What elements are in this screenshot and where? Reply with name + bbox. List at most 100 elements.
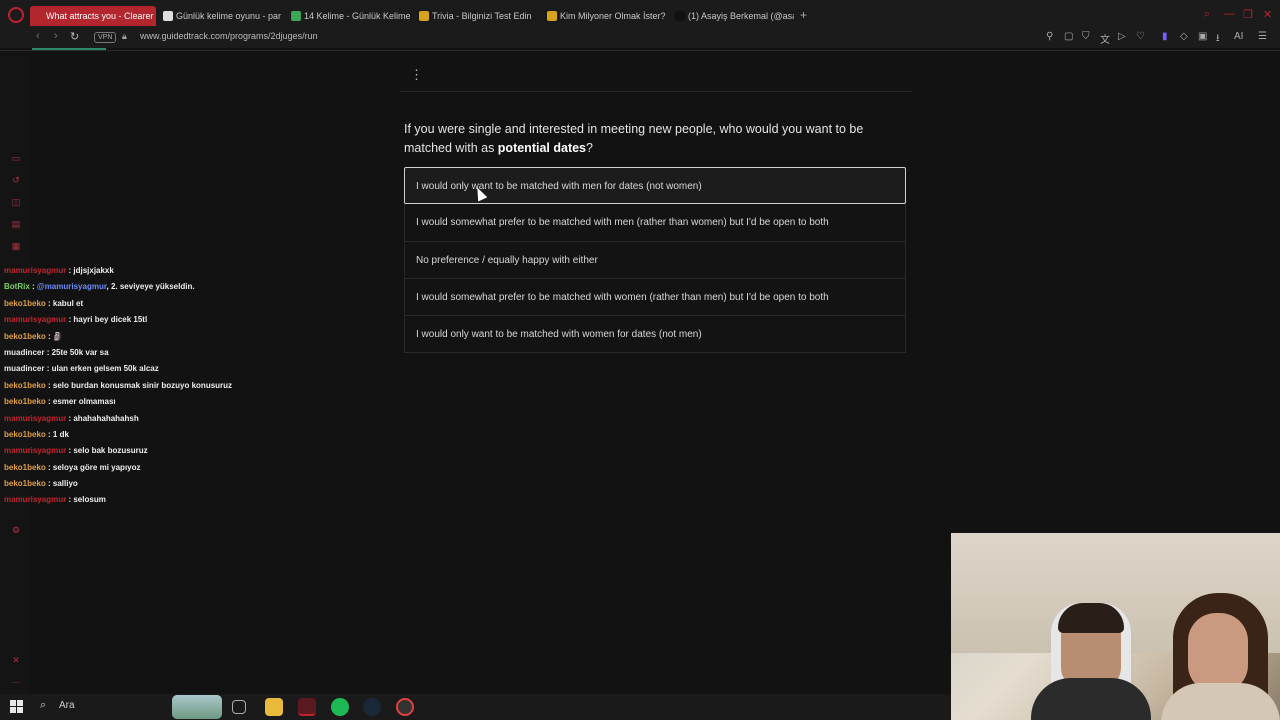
shield-icon[interactable]: ⛉: [1082, 31, 1090, 42]
tab-favicon-icon: [291, 11, 301, 21]
chat-username[interactable]: beko1beko: [4, 381, 46, 390]
chat-username[interactable]: mamurisyagmur: [4, 495, 66, 504]
menu-icon[interactable]: ☰: [1258, 31, 1267, 42]
chat-text: hayri bey dicek 15tl: [73, 315, 148, 325]
minimize-icon[interactable]: —: [1224, 8, 1235, 20]
chat-message: mamurisyagmur : selosum: [4, 492, 294, 508]
sidebar-chat-icon[interactable]: ▤: [10, 219, 22, 229]
back-icon[interactable]: ‹: [36, 30, 40, 42]
chat-message: BotRix : @mamurisyagmur, 2. seviyeye yük…: [4, 282, 195, 292]
chat-username[interactable]: mamurisyagmur: [4, 266, 66, 275]
chat-text: esmer olmaması: [52, 397, 116, 407]
sidebar-panel-icon[interactable]: ▭: [10, 153, 22, 163]
divider: [0, 50, 1280, 51]
chat-username[interactable]: beko1beko: [4, 397, 46, 406]
download-icon[interactable]: ⭳: [1216, 31, 1220, 48]
maximize-icon[interactable]: ❐: [1243, 8, 1253, 21]
sidebar-history-icon[interactable]: ↺: [10, 175, 22, 185]
chat-username[interactable]: muadincer: [4, 364, 44, 373]
chat-message: beko1beko : selo burdan konusmak sinir b…: [4, 378, 294, 394]
chat-text: selo bak bozusuruz: [73, 446, 148, 456]
reload-icon[interactable]: ↻: [70, 30, 79, 43]
chat-message: beko1beko : esmer olmaması: [4, 394, 294, 410]
search-icon[interactable]: ⌕: [40, 699, 46, 712]
sidebar-settings-icon[interactable]: ⚙: [10, 525, 22, 535]
opera-gx-icon[interactable]: [298, 698, 316, 716]
pin-icon[interactable]: ⚲: [1046, 31, 1053, 42]
chat-text: 1 dk: [52, 429, 69, 439]
chat-message: mamurisyagmur : selo bak bozusuruz: [4, 443, 294, 459]
spotify-icon[interactable]: [331, 698, 349, 716]
new-tab-icon[interactable]: +: [800, 8, 807, 22]
chat-message: beko1beko : kabul et: [4, 296, 294, 312]
chat-message: beko1beko : 1 dk: [4, 427, 294, 443]
url-input[interactable]: www.guidedtrack.com/programs/2djuges/run: [140, 31, 318, 41]
taskbar-search[interactable]: Ara: [59, 700, 75, 711]
close-window-icon[interactable]: ✕: [1263, 8, 1272, 21]
sync-icon[interactable]: ◇: [1180, 31, 1188, 42]
tab-favicon-icon: [419, 11, 429, 21]
sidebar-bag-icon[interactable]: ◫: [10, 197, 22, 207]
chat-username[interactable]: mamurisyagmur: [4, 315, 66, 324]
chat-separator: :: [44, 347, 52, 357]
answer-option-3[interactable]: No preference / equally happy with eithe…: [404, 241, 906, 279]
chat-username[interactable]: mamurisyagmur: [4, 446, 66, 455]
tab-label: 14 Kelime - Günlük Kelime: [304, 11, 410, 21]
tab-label: (1) Asayiş Berkemal (@asay: [688, 11, 794, 21]
chat-username[interactable]: beko1beko: [4, 479, 46, 488]
chat-username[interactable]: beko1beko: [4, 299, 46, 308]
extension-icon[interactable]: ▮: [1162, 31, 1168, 42]
file-explorer-icon[interactable]: [265, 698, 283, 716]
taskbar: ⌕ Ara: [0, 694, 951, 720]
chat-text: selosum: [73, 495, 106, 505]
chat-text: 🗿: [52, 331, 63, 341]
address-bar: ‹ › ↻ VPN 🔒︎ www.guidedtrack.com/program…: [0, 28, 1280, 48]
sidebar-more-icon[interactable]: ⋯: [10, 677, 22, 687]
weather-widget-icon[interactable]: [172, 695, 222, 719]
heart-icon[interactable]: ♡: [1136, 31, 1145, 42]
question-text: If you were single and interested in mee…: [404, 120, 904, 158]
forward-icon[interactable]: ›: [54, 30, 58, 42]
obs-icon[interactable]: [396, 698, 414, 716]
tab-1[interactable]: What attracts you - Clearer: [30, 6, 156, 26]
ai-label[interactable]: AI: [1234, 31, 1243, 42]
chat-text: seloya göre mi yapıyoz: [52, 462, 141, 472]
chat-username[interactable]: muadincer: [4, 348, 44, 357]
tab-6[interactable]: (1) Asayiş Berkemal (@asay: [672, 6, 794, 26]
browser-logo-icon[interactable]: [8, 7, 24, 23]
answer-option-4[interactable]: I would somewhat prefer to be matched wi…: [404, 278, 906, 317]
chat-username[interactable]: mamurisyagmur: [4, 414, 66, 423]
chat-username[interactable]: BotRix: [4, 282, 30, 291]
gallery-icon[interactable]: ▣: [1198, 31, 1207, 42]
tab-2[interactable]: Günlük kelime oyunu - par: [160, 6, 282, 26]
tab-label: Kim Milyoner Olmak İster?: [560, 11, 666, 21]
sidebar-news-icon[interactable]: ▦: [10, 241, 22, 251]
tab-4[interactable]: Trivia - Bilginizi Test Edin: [416, 6, 538, 26]
lock-icon[interactable]: 🔒︎: [122, 31, 127, 42]
chat-separator: :: [45, 397, 53, 407]
tab-3[interactable]: 14 Kelime - Günlük Kelime: [288, 6, 410, 26]
search-tabs-icon[interactable]: ⌕: [1204, 8, 1210, 21]
tab-5[interactable]: Kim Milyoner Olmak İster?: [544, 6, 666, 26]
tab-favicon-icon: [547, 11, 557, 21]
chat-separator: :: [29, 282, 37, 292]
webcam-overlay: [951, 533, 1280, 720]
vpn-badge[interactable]: VPN: [94, 32, 117, 43]
steam-icon[interactable]: [363, 698, 381, 716]
chat-username[interactable]: beko1beko: [4, 430, 46, 439]
answer-option-5[interactable]: I would only want to be matched with wom…: [404, 316, 906, 354]
chat-text: jdjsjxjakxk: [73, 266, 114, 275]
windows-start-icon[interactable]: [10, 700, 23, 713]
divider: [400, 91, 912, 92]
more-menu-icon[interactable]: ⋮: [410, 68, 423, 82]
translate-icon[interactable]: 文: [1100, 31, 1110, 46]
chat-username[interactable]: beko1beko: [4, 332, 46, 341]
snapshot-icon[interactable]: ▢: [1064, 31, 1073, 42]
chat-line-partial: [4, 255, 294, 263]
answer-option-2[interactable]: I would somewhat prefer to be matched wi…: [404, 204, 906, 242]
chat-separator: :: [45, 298, 53, 308]
sidebar-gx-icon[interactable]: ✕: [10, 655, 22, 665]
play-icon[interactable]: ▷: [1118, 31, 1126, 42]
chat-username[interactable]: beko1beko: [4, 463, 46, 472]
task-view-icon[interactable]: [232, 700, 246, 714]
